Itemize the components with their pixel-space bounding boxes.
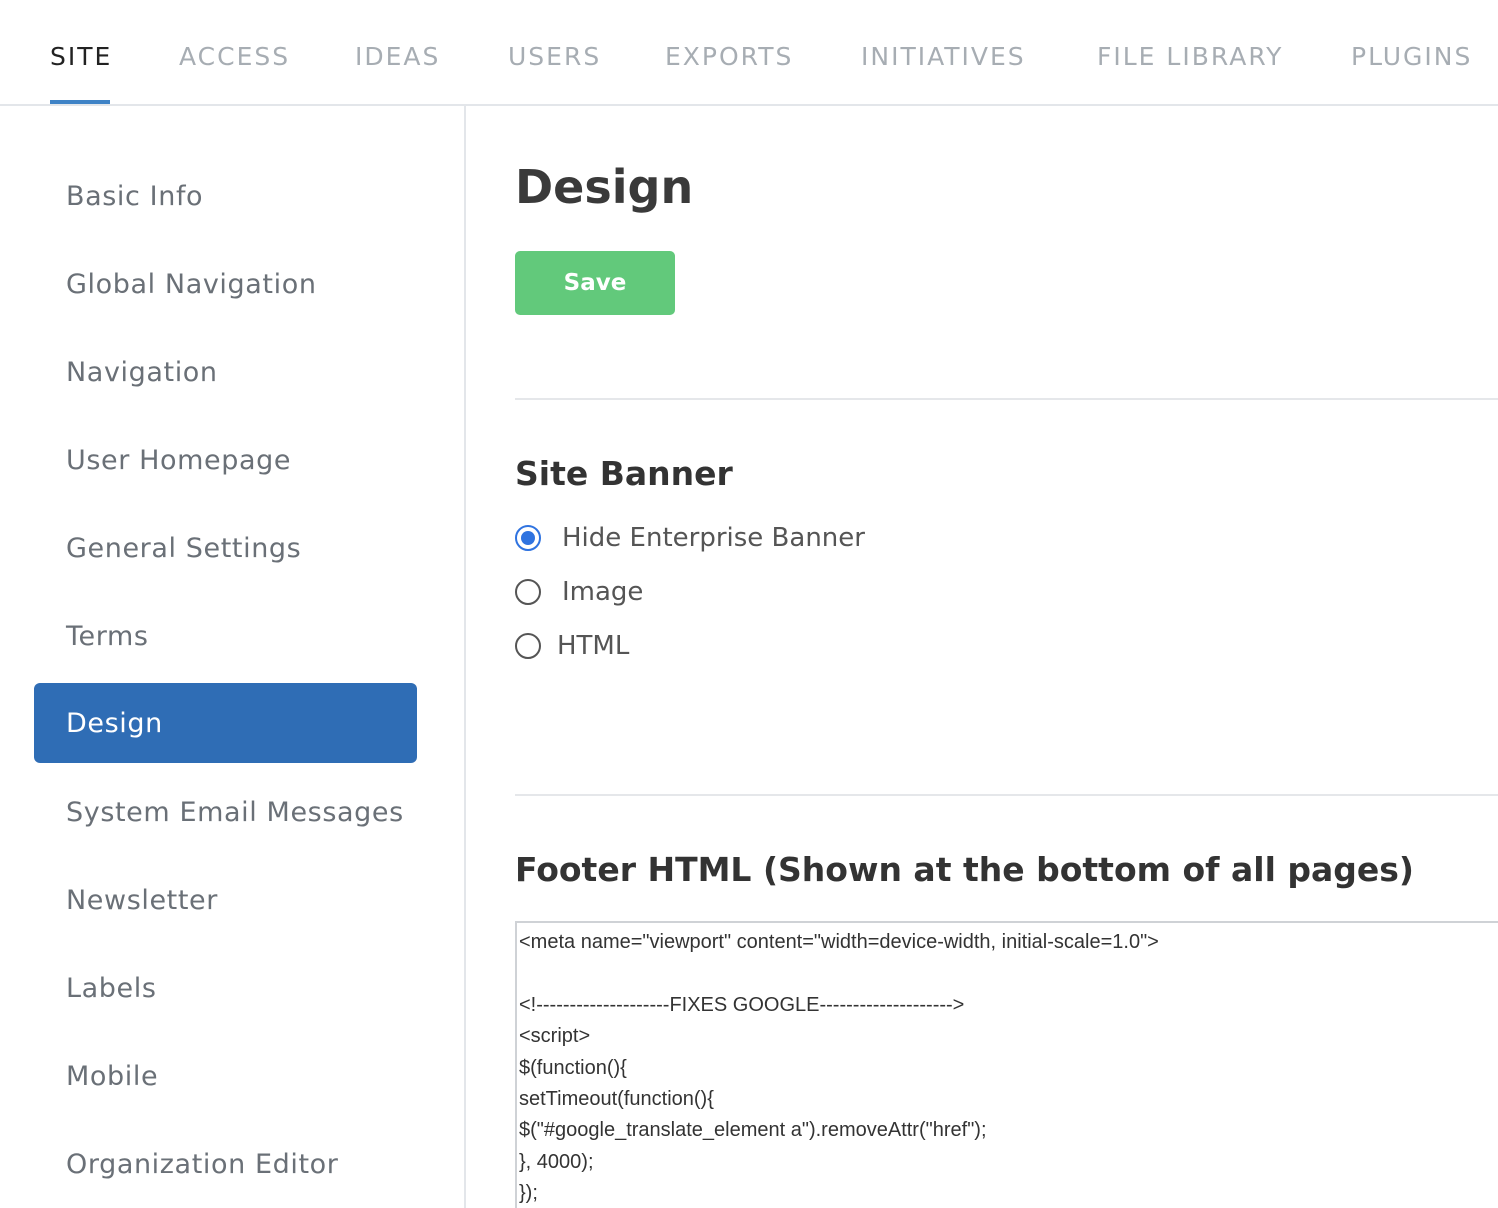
radio-button[interactable] [515,633,541,659]
sidebar-item-organization-editor[interactable]: Organization Editor [34,1124,417,1204]
radio-button-checked[interactable] [515,525,541,551]
tab-ideas[interactable]: IDEAS [355,42,440,71]
sidebar-item-labels[interactable]: Labels [34,948,417,1028]
sidebar-item-system-email-messages[interactable]: System Email Messages [34,772,417,852]
radio-button[interactable] [515,579,541,605]
sidebar-item-general-settings[interactable]: General Settings [34,508,417,588]
sidebar-item-terms[interactable]: Terms [34,596,417,676]
footer-html-title: Footer HTML (Shown at the bottom of all … [515,850,1415,889]
section-divider [515,794,1498,796]
tab-file-library[interactable]: FILE LIBRARY [1097,42,1283,71]
settings-sidebar: Basic Info Global Navigation Navigation … [0,106,466,1208]
sidebar-item-design[interactable]: Design [34,683,417,763]
save-button[interactable]: Save [515,251,675,315]
sidebar-item-navigation[interactable]: Navigation [34,332,417,412]
tab-site[interactable]: SITE [50,42,112,71]
radio-label: Image [562,577,644,607]
radio-option-hide-enterprise-banner[interactable]: Hide Enterprise Banner [515,523,865,553]
tab-initiatives[interactable]: INITIATIVES [861,42,1026,71]
active-tab-indicator [50,100,110,104]
site-banner-title: Site Banner [515,454,733,493]
radio-option-image[interactable]: Image [515,577,643,607]
tab-users[interactable]: USERS [508,42,601,71]
tab-access[interactable]: ACCESS [179,42,290,71]
footer-html-code: <meta name="viewport" content="width=dev… [519,931,1159,1205]
page-title: Design [515,160,694,214]
sidebar-item-newsletter[interactable]: Newsletter [34,860,417,940]
sidebar-item-basic-info[interactable]: Basic Info [34,156,417,236]
main-content: Design Save Site Banner Hide Enterprise … [467,106,1498,1208]
sidebar-item-global-navigation[interactable]: Global Navigation [34,244,417,324]
tab-exports[interactable]: EXPORTS [665,42,793,71]
top-tab-bar: SITE ACCESS IDEAS USERS EXPORTS INITIATI… [0,0,1498,106]
section-divider [515,398,1498,400]
sidebar-item-user-homepage[interactable]: User Homepage [34,420,417,500]
footer-html-editor[interactable]: <meta name="viewport" content="width=dev… [515,921,1498,1208]
tab-plugins[interactable]: PLUGINS [1351,42,1472,71]
radio-option-html[interactable]: HTML [515,631,629,661]
sidebar-item-mobile[interactable]: Mobile [34,1036,417,1116]
radio-label: HTML [557,631,630,661]
radio-label: Hide Enterprise Banner [562,523,865,553]
